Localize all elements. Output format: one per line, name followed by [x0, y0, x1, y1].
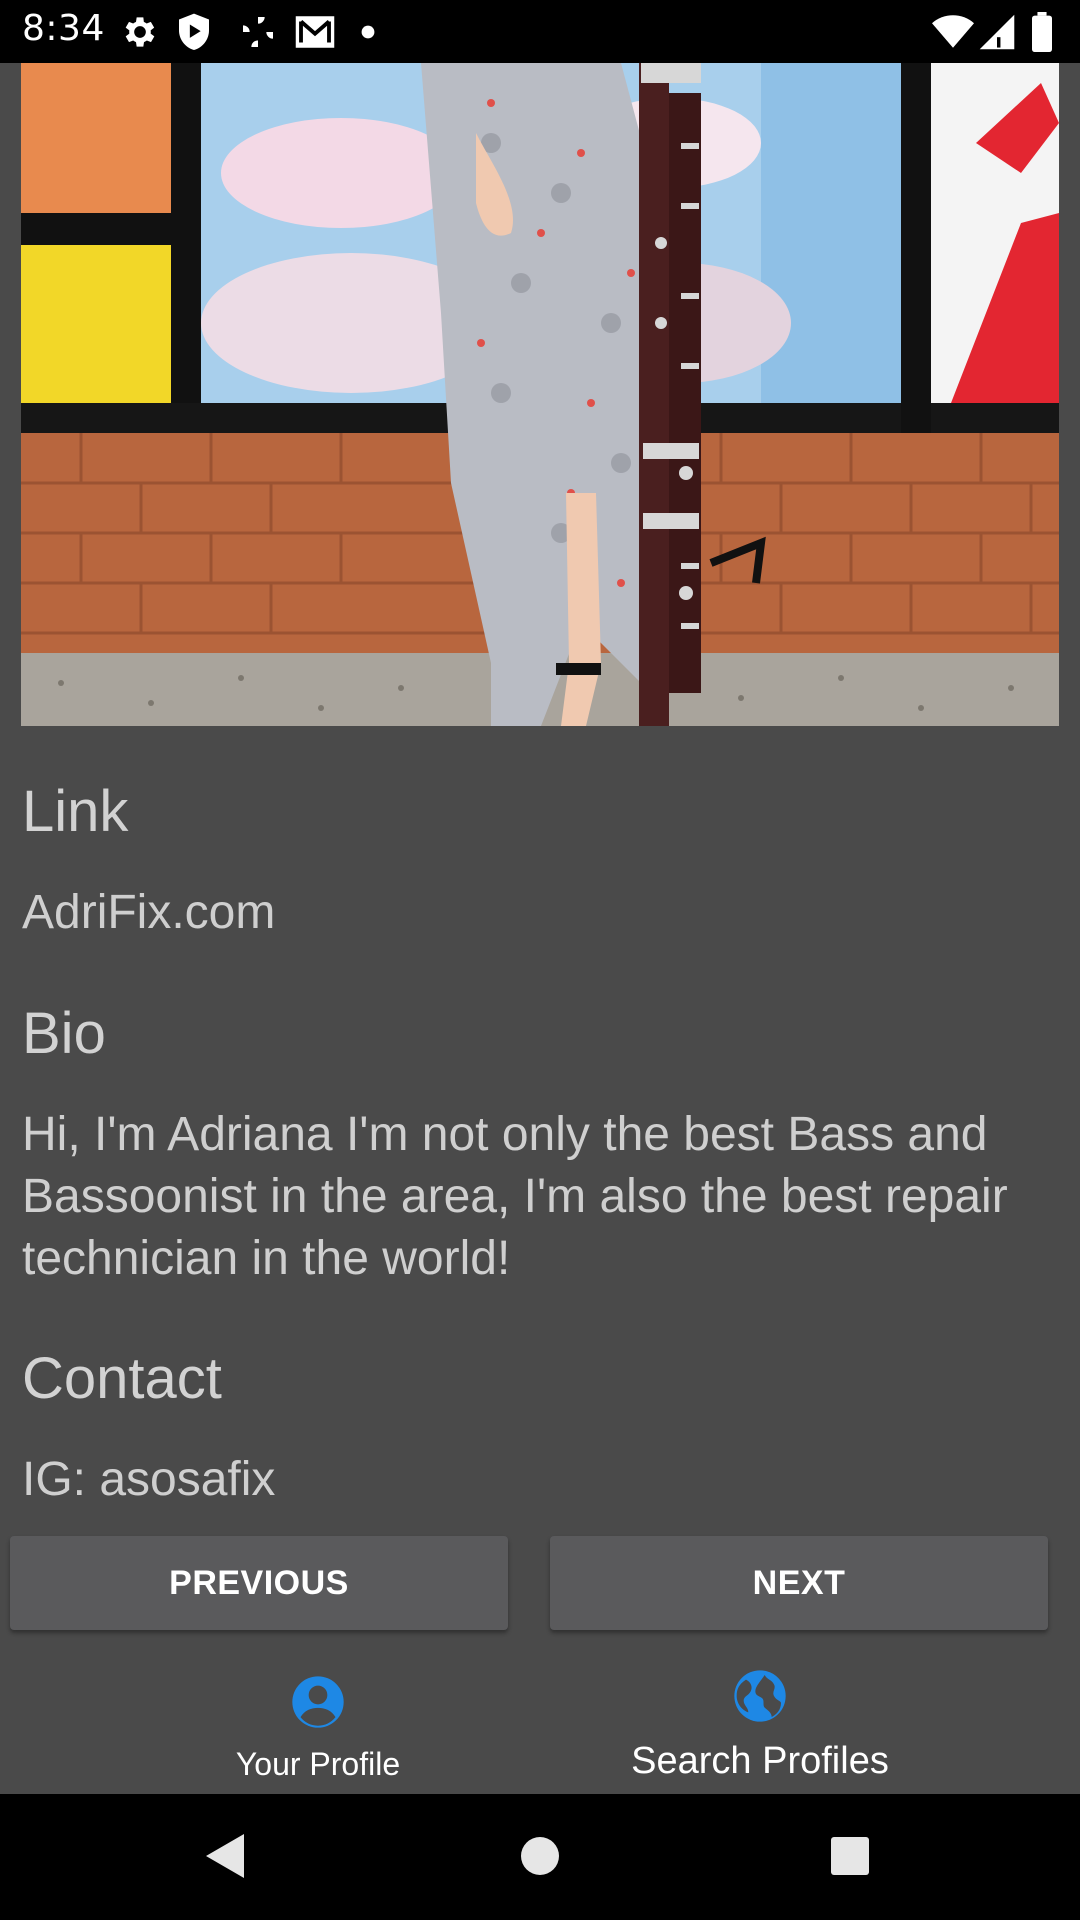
bio-value: Hi, I'm Adriana I'm not only the best Ba… — [22, 1108, 1008, 1285]
profile-photo — [21, 63, 1059, 726]
nav-label-search-profiles: Search Profiles — [631, 1740, 889, 1782]
cell-signal-icon — [979, 14, 1015, 50]
bottom-navigation: Your Profile Search Profiles — [0, 1648, 1080, 1794]
link-value[interactable]: AdriFix.com — [22, 882, 275, 944]
home-icon[interactable] — [520, 1836, 560, 1876]
nav-item-your-profile[interactable]: Your Profile — [168, 1648, 468, 1783]
globe-icon — [734, 1670, 786, 1722]
previous-button[interactable]: PREVIOUS — [10, 1536, 508, 1630]
next-button[interactable]: NEXT — [550, 1536, 1048, 1630]
system-navigation-bar — [0, 1794, 1080, 1920]
status-icons-right — [932, 12, 1062, 52]
back-icon[interactable] — [204, 1832, 246, 1880]
wifi-icon — [932, 15, 974, 48]
shield-play-icon — [179, 13, 209, 50]
contact-heading: Contact — [22, 1346, 222, 1411]
nav-label-your-profile: Your Profile — [235, 1746, 401, 1782]
screen: 8:34 Link AdriFix.com Bio Hi, I'm Adrian… — [0, 0, 1080, 1920]
status-time: 8:34 — [22, 8, 105, 49]
link-heading: Link — [22, 779, 129, 844]
contact-value: IG: asosafix — [22, 1453, 276, 1506]
battery-icon — [1032, 12, 1052, 52]
pinwheel-icon — [243, 17, 273, 47]
bassoonist-photo — [21, 63, 1059, 726]
account-circle-icon — [292, 1676, 344, 1728]
gmail-icon — [295, 16, 335, 48]
recents-icon[interactable] — [830, 1836, 870, 1876]
gear-icon — [125, 17, 155, 47]
notification-dot-icon — [361, 25, 375, 39]
status-bar: 8:34 — [0, 0, 1080, 63]
nav-item-search-profiles[interactable]: Search Profiles — [610, 1648, 910, 1783]
bio-heading: Bio — [22, 1001, 106, 1066]
